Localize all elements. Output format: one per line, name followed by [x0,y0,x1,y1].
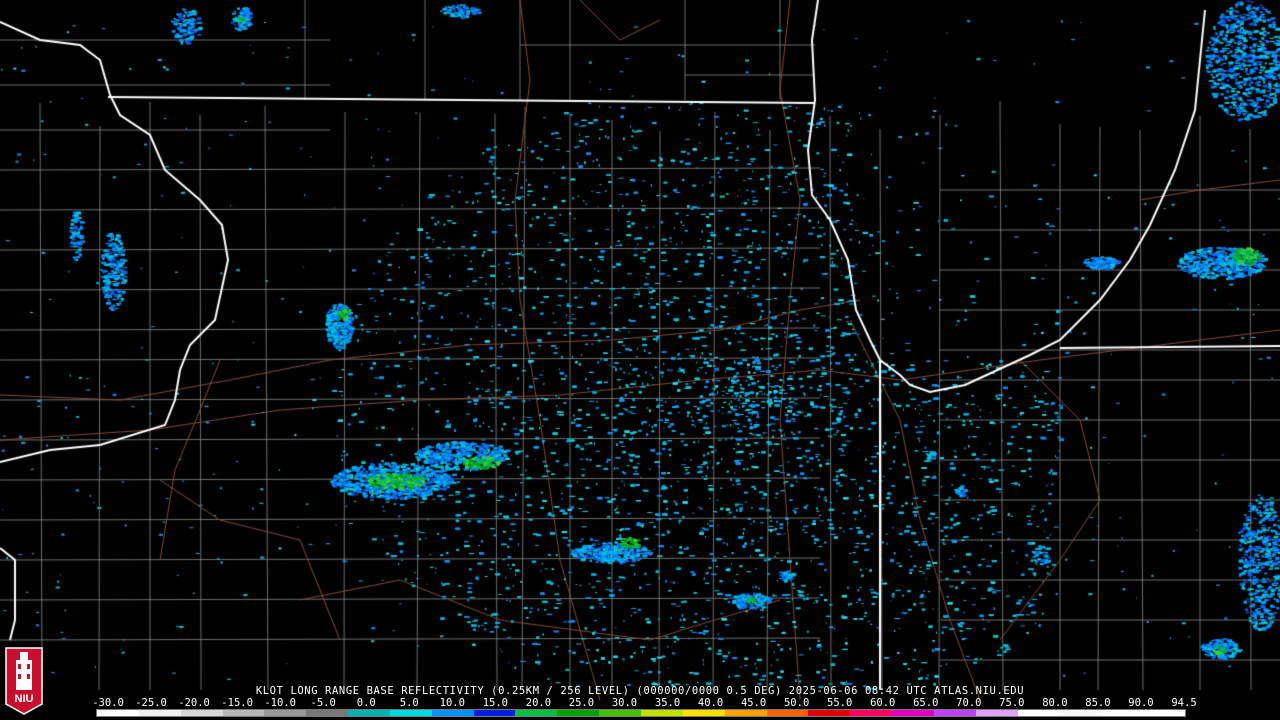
scale-swatch [975,710,1018,716]
scale-label: 75.0 [999,697,1025,709]
scale-label: -20.0 [178,697,210,709]
scale-swatch [599,710,641,716]
scale-swatch [306,710,349,716]
scale-label: 25.0 [568,697,595,709]
scale-swatch [892,710,934,716]
scale-swatch [389,710,432,716]
scale-swatch [222,710,265,716]
scale-swatch [97,710,139,716]
scale-swatch [682,710,725,716]
scale-swatch [1143,710,1185,716]
scale-labels: -30.0 -25.0 -20.0 -15.0 -10.0 -5.0 0.0 5.0 10.0 1… [92,697,1197,709]
scale-swatch [180,710,223,716]
scale-label: 0.0 [356,697,376,709]
scale-label: 30.0 [611,697,638,709]
scale-label: 50.0 [783,697,810,709]
scale-label: -25.0 [135,697,167,709]
scale-label: -5.0 [310,697,336,709]
scale-label: 85.0 [1085,697,1111,709]
scale-label: 65.0 [913,697,939,709]
logo-text: NIU [15,693,34,705]
product-caption: KLOT LONG RANGE BASE REFLECTIVITY (0.25K… [255,685,1025,697]
scale-swatch [431,710,474,716]
scale-swatch [1101,710,1144,716]
scale-label: 55.0 [827,697,853,709]
scale-label: -10.0 [264,697,296,709]
scale-swatch [348,710,390,716]
niu-tower-logo-icon: NIU [5,647,43,715]
scale-label: 45.0 [740,697,767,709]
scale-label: 5.0 [399,697,419,709]
scale-label: -30.0 [92,697,124,709]
scale-label: 15.0 [482,697,509,709]
scale-swatch [724,710,767,716]
scale-swatch [138,710,181,716]
scale-label: 94.5 [1171,697,1197,709]
scale-swatch [808,710,851,716]
scale-swatch [933,710,976,716]
scale-swatch [473,710,516,716]
scale-label: 10.0 [439,697,465,709]
scale-label: 35.0 [654,697,681,709]
radar-map [0,0,1280,720]
scale-swatch [264,710,307,716]
scale-label: 80.0 [1042,697,1068,709]
scale-swatch [850,710,893,716]
scale-swatch [766,710,809,716]
scale-label: 90.0 [1128,697,1154,709]
scale-label: 60.0 [870,697,896,709]
scale-label: 40.0 [697,697,724,709]
scale-label: -15.0 [221,697,253,709]
scale-swatch [640,710,683,716]
scale-label: 20.0 [525,697,552,709]
scale-swatch [515,710,558,716]
reflectivity-color-scale [96,709,1186,717]
scale-label: 70.0 [956,697,982,709]
scale-swatch [557,710,600,716]
scale-swatch [1059,710,1102,716]
scale-swatch [1017,710,1060,716]
